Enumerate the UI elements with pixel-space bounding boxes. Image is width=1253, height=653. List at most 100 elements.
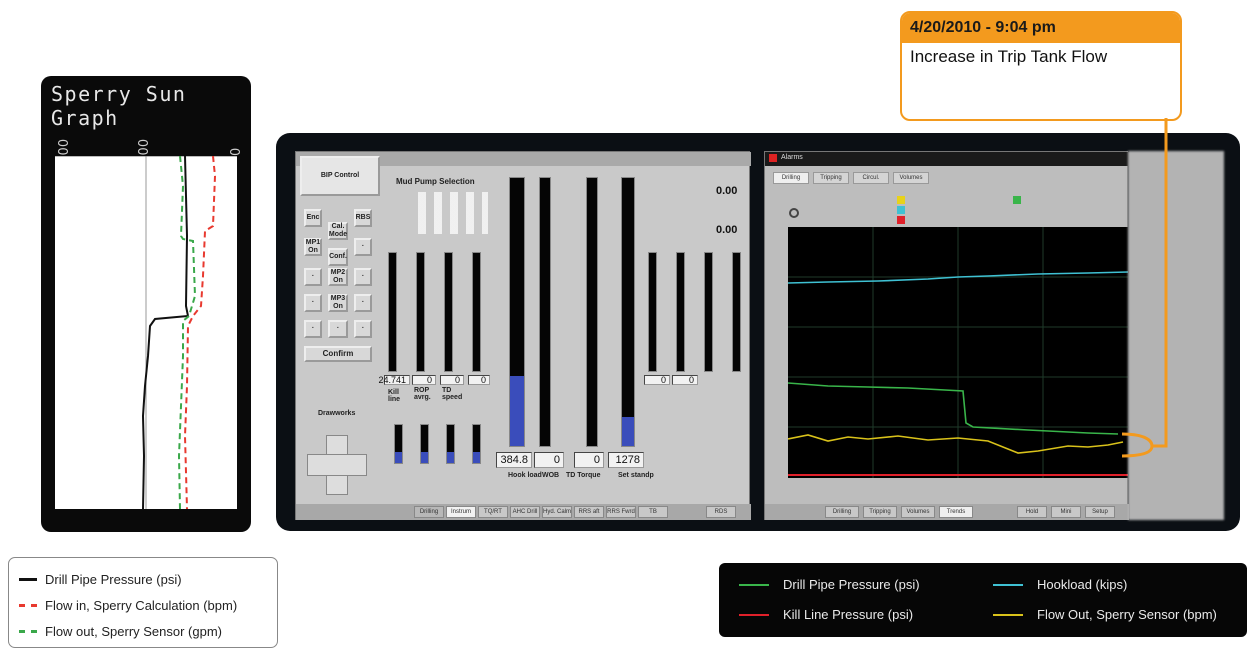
rbs-button[interactable]: RBS	[354, 209, 372, 227]
aux-gauge	[472, 252, 481, 372]
mp4-plus-button[interactable]: ·	[354, 320, 372, 338]
confirm-button[interactable]: Confirm	[304, 346, 372, 362]
td-torque-label: TD Torque	[566, 472, 601, 479]
legend-swatch	[739, 583, 769, 586]
mp-on-button[interactable]: MP1 On	[304, 238, 322, 256]
hookload-readout: 384.8	[496, 452, 532, 468]
standpipe-readout: 1278	[608, 452, 644, 468]
wob-gauge	[539, 177, 551, 447]
wob-readout: 0	[534, 452, 564, 468]
kill-line-label: Kill line	[388, 389, 401, 403]
trend-tab-volumes[interactable]: Volumes	[893, 172, 929, 184]
tab-ahc-drill[interactable]: AHC Drill	[510, 506, 540, 518]
pump-checkbox-grid[interactable]	[418, 192, 488, 234]
hookload-gauge	[509, 177, 525, 447]
hookload-indicator	[897, 206, 905, 214]
callout-timestamp: 4/20/2010 - 9:04 pm	[902, 13, 1180, 43]
cal-mode-button[interactable]: Cal. Mode	[328, 222, 348, 240]
trend-tab-tripping[interactable]: Tripping	[813, 172, 849, 184]
drawworks-dpad-horizontal[interactable]	[307, 454, 367, 476]
pump4-gauge	[472, 424, 481, 464]
legend-swatch	[19, 629, 37, 633]
wob-label: WOB	[542, 472, 560, 479]
pump3-gauge	[446, 424, 455, 464]
trend-bottom-mini[interactable]: Mini	[1051, 506, 1081, 518]
mp1-button[interactable]: ·	[304, 268, 322, 286]
legend-item-drill-pipe-pressure: Drill Pipe Pressure (psi)	[19, 566, 267, 592]
flow-out-indicator	[897, 196, 905, 204]
sperry-sun-graph-panel: Sperry Sun Graph 5000 2500 0	[41, 76, 251, 532]
pump1-gauge	[394, 424, 403, 464]
trend-bottom-hold[interactable]: Hold	[1017, 506, 1047, 518]
td-speed-readout: 0	[440, 375, 464, 385]
trend-bottom-drilling[interactable]: Drilling	[825, 506, 859, 518]
legend-item-kill-line-pressure: Kill Line Pressure (psi)	[739, 607, 913, 622]
clock-icon	[789, 208, 799, 218]
tab-rrs-aft[interactable]: RRS aft	[574, 506, 604, 518]
trend-bottom-trends[interactable]: Trends	[939, 506, 973, 518]
trend-bottom-volumes[interactable]: Volumes	[901, 506, 935, 518]
mp3-button[interactable]: ·	[354, 268, 372, 286]
return-flow-gauge	[648, 252, 657, 372]
legend-swatch	[993, 613, 1023, 616]
mp4-minus-button[interactable]: ·	[304, 320, 322, 338]
tab-tqrt[interactable]: TQ/RT	[478, 506, 508, 518]
standpipe-label: Set standp	[618, 472, 654, 479]
tick-0: 0	[229, 147, 244, 156]
mp1-minus-button[interactable]: ·	[304, 294, 322, 312]
mp3-on-button[interactable]: MP3 On	[328, 294, 348, 312]
hookload-label: Hook load	[508, 472, 542, 479]
trend-tab-circul[interactable]: Circul.	[853, 172, 889, 184]
top-value-2: 0.00	[716, 224, 738, 236]
callout-connector	[1121, 118, 1168, 458]
drawworks-label: Drawworks	[318, 410, 356, 417]
rop-label: ROP avrg.	[414, 387, 431, 401]
td-torque-gauge	[586, 177, 598, 447]
tab-hyd-calm[interactable]: Hyd. Calm	[542, 506, 572, 518]
rop-gauge	[416, 252, 425, 372]
aux-readout: 0	[468, 375, 490, 385]
mp3-plus-button[interactable]: ·	[354, 294, 372, 312]
dpp-indicator	[1013, 196, 1021, 204]
kill-line-gauge	[388, 252, 397, 372]
set-spm-gauge	[732, 252, 741, 372]
trend-bottom-setup[interactable]: Setup	[1085, 506, 1115, 518]
kill-line-readout: 24.741	[378, 375, 410, 385]
standpipe-gauge	[621, 177, 635, 447]
sperry-plot	[55, 156, 237, 509]
mode-button[interactable]: ·	[354, 238, 372, 256]
td-speed-label: TD speed	[442, 387, 463, 401]
left-legend: Drill Pipe Pressure (psi) Flow in, Sperr…	[8, 557, 278, 648]
gain-loss-gauge	[704, 252, 713, 372]
tab-rds[interactable]: RDS	[706, 506, 736, 518]
tab-drilling[interactable]: Drilling	[414, 506, 444, 518]
trend-tab-drilling[interactable]: Drilling	[773, 172, 809, 184]
active-vol-readout: 0	[672, 375, 698, 385]
enc-button[interactable]: Enc	[304, 209, 322, 227]
legend-swatch	[739, 613, 769, 616]
return-flow-readout: 0	[644, 375, 670, 385]
pump2-gauge	[420, 424, 429, 464]
legend-label: Drill Pipe Pressure (psi)	[45, 571, 182, 587]
event-callout: 4/20/2010 - 9:04 pm Increase in Trip Tan…	[900, 11, 1182, 121]
bop-control-button[interactable]: BIP Control	[300, 156, 380, 196]
legend-item-drill-pipe-pressure: Drill Pipe Pressure (psi)	[739, 577, 920, 592]
conf-button[interactable]: Conf.	[328, 248, 348, 266]
trend-bottom-tripping[interactable]: Tripping	[863, 506, 897, 518]
mp4-on-button[interactable]: ·	[328, 320, 348, 338]
tab-rrs-fwrd[interactable]: RRS Fwrd	[606, 506, 636, 518]
sperry-graph-title: Sperry Sun Graph	[51, 82, 187, 130]
legend-item-flow-out: Flow out, Sperry Sensor (gpm)	[19, 618, 267, 644]
alarm-bar: Alarms	[765, 152, 1129, 166]
tab-tb[interactable]: TB	[638, 506, 668, 518]
legend-item-flow-in: Flow in, Sperry Calculation (bpm)	[19, 592, 267, 618]
legend-label: Hookload (kips)	[1037, 577, 1128, 592]
td-speed-gauge	[444, 252, 453, 372]
kill-line-indicator	[897, 216, 905, 224]
tab-instrum[interactable]: Instrum	[446, 506, 476, 518]
alarm-icon	[769, 154, 777, 162]
legend-item-flow-out: Flow Out, Sperry Sensor (bpm)	[993, 607, 1217, 622]
mp2-on-button[interactable]: MP2 On	[328, 268, 348, 286]
td-torque-readout: 0	[574, 452, 604, 468]
legend-label: Drill Pipe Pressure (psi)	[783, 577, 920, 592]
